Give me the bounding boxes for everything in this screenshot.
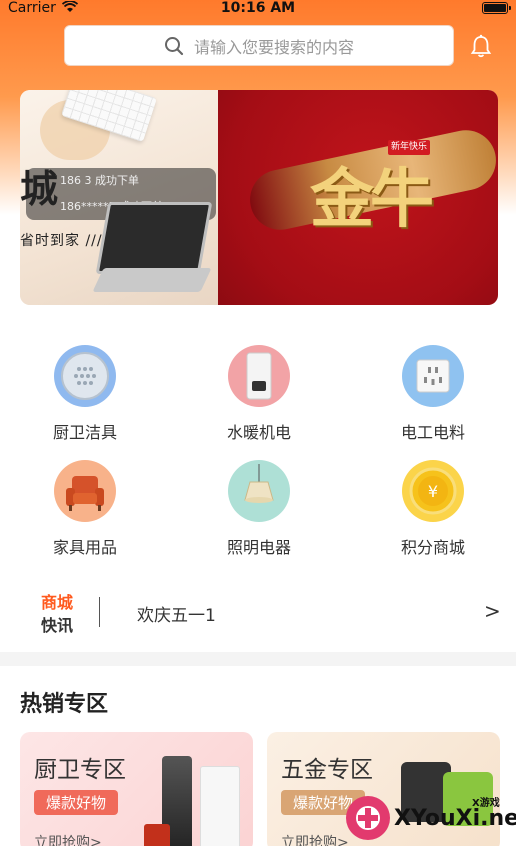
banner-left-panel: 186 3 成功下单 186*****5 成功下单 城 省时到家 /// <box>20 90 218 305</box>
chevron-right-icon[interactable]: > <box>484 599 501 623</box>
category-label: 水暖机电 <box>226 423 291 442</box>
laptop-base <box>92 268 212 292</box>
coin-icon: ¥ <box>402 460 464 522</box>
category-label: 电工电料 <box>400 423 465 442</box>
zone-kitchen-bath[interactable]: 厨卫专区 爆款好物 立即抢购> <box>20 732 253 846</box>
lamp-icon <box>228 460 290 522</box>
section-title: 热销专区 <box>20 692 109 717</box>
zone-buy-link[interactable]: 立即抢购> <box>281 832 349 846</box>
status-bar: Carrier 10:16 AM <box>0 0 516 18</box>
water-heater-icon <box>228 345 290 407</box>
laptop-image <box>95 202 213 274</box>
banner-big-char: 城 <box>20 167 59 211</box>
news-divider <box>99 597 100 627</box>
search-input[interactable]: 请输入您要搜索的内容 <box>64 25 454 66</box>
category-electrical[interactable]: 电工电料 <box>373 345 493 443</box>
search-placeholder: 请输入您要搜索的内容 <box>193 37 354 57</box>
gamepad-logo-icon <box>346 796 390 840</box>
news-tag-line1: 商城 <box>41 593 74 612</box>
power-socket-icon <box>402 345 464 407</box>
category-label: 厨卫洁具 <box>52 423 117 442</box>
category-kitchen-bath[interactable]: 厨卫洁具 <box>25 345 145 443</box>
news-flash-bar[interactable]: 商城 快讯 欢庆五一1 > <box>0 585 516 637</box>
category-furniture[interactable]: 家具用品 <box>25 460 145 558</box>
bell-icon[interactable] <box>470 34 492 58</box>
banner-headline: 金牛 <box>310 162 434 237</box>
zone-buy-link[interactable]: 立即抢购> <box>34 832 102 846</box>
zone-title: 厨卫专区 <box>34 757 126 783</box>
category-plumbing[interactable]: 水暖机电 <box>199 345 319 443</box>
category-points-mall[interactable]: ¥ 积分商城 <box>373 460 493 558</box>
banner-right-panel: 新年快乐 金牛 <box>218 90 498 305</box>
section-separator <box>0 652 516 666</box>
watermark-brand: XYouXi.net <box>394 806 516 831</box>
site-watermark: X游戏 XYouXi.net <box>340 790 516 846</box>
banner-promo-line: 省时到家 /// <box>20 233 103 249</box>
news-tag-line2: 快讯 <box>41 616 74 635</box>
category-label: 照明电器 <box>226 538 291 557</box>
clock: 10:16 AM <box>220 0 296 16</box>
ticker-row-1: 186 3 成功下单 <box>60 174 139 187</box>
promo-banner[interactable]: 186 3 成功下单 186*****5 成功下单 城 省时到家 /// 新年快… <box>20 90 498 305</box>
zone-badge: 爆款好物 <box>34 790 119 815</box>
svg-text:¥: ¥ <box>428 482 438 501</box>
water-heater-image <box>200 766 240 846</box>
search-icon <box>164 36 184 55</box>
sofa-icon <box>54 460 116 522</box>
category-label: 积分商城 <box>400 538 465 557</box>
category-label: 家具用品 <box>52 538 117 557</box>
zone-title: 五金专区 <box>281 757 373 783</box>
juice-glass-image <box>144 824 170 846</box>
news-text[interactable]: 欢庆五一1 <box>137 601 216 626</box>
category-lighting[interactable]: 照明电器 <box>199 460 319 558</box>
battery-icon <box>482 2 511 14</box>
shower-head-icon <box>54 345 116 407</box>
